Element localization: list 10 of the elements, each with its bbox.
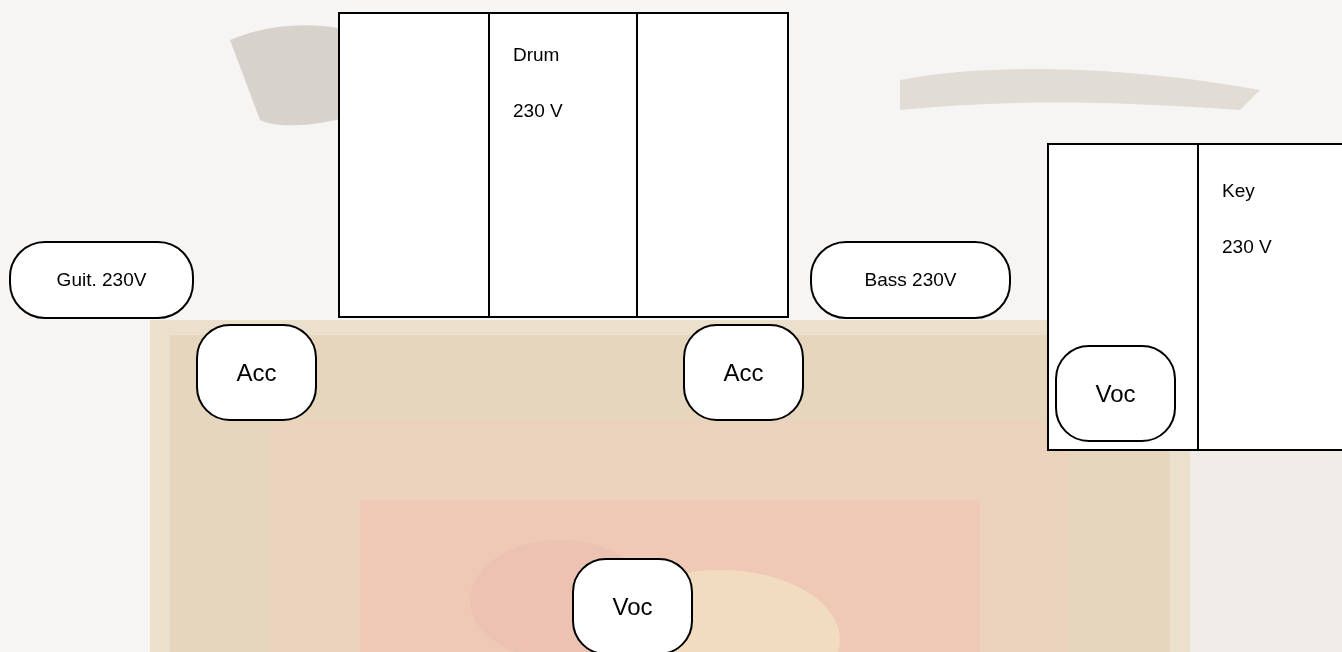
riser-label: Key <box>1222 181 1256 200</box>
mic-marker: Acc <box>196 324 317 421</box>
mic-marker: Acc <box>683 324 804 421</box>
amp-marker: Bass 230V <box>810 241 1011 319</box>
mic-marker: Voc <box>572 558 693 652</box>
amp-marker: Guit. 230V <box>9 241 194 319</box>
power-label: 230 V <box>513 101 564 120</box>
mic-marker: Voc <box>1055 345 1176 442</box>
riser-label: Drum <box>513 45 561 64</box>
power-label: 230 V <box>1222 237 1273 256</box>
